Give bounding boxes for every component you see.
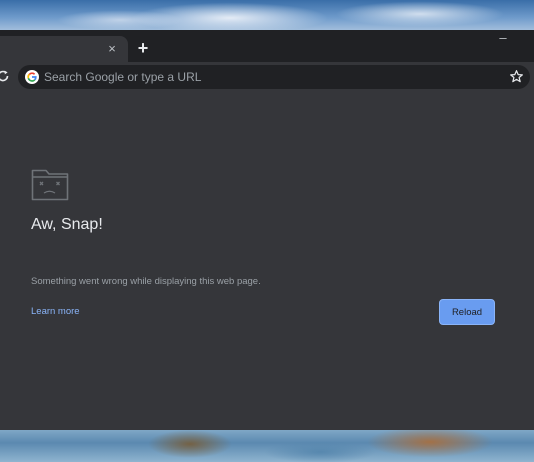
- address-input[interactable]: [44, 67, 484, 87]
- learn-more-link[interactable]: Learn more: [31, 306, 80, 317]
- reload-button[interactable]: Reload: [439, 299, 495, 325]
- browser-toolbar: [0, 62, 534, 92]
- wallpaper-sky: [0, 0, 534, 32]
- address-bar[interactable]: [18, 65, 530, 89]
- sad-folder-icon: [31, 169, 69, 201]
- wallpaper-water: [0, 430, 534, 462]
- page-content: Aw, Snap! Something went wrong while dis…: [0, 92, 534, 430]
- error-headline: Aw, Snap!: [31, 216, 103, 233]
- new-tab-button[interactable]: +: [134, 39, 152, 57]
- browser-window: × + – Search Google or type a URL Aw, Sn…: [0, 30, 534, 430]
- error-message: Something went wrong while displaying th…: [31, 276, 261, 287]
- tab-close-icon[interactable]: ×: [104, 41, 120, 57]
- reload-icon[interactable]: [0, 69, 10, 83]
- google-icon: [25, 70, 39, 84]
- desktop-wallpaper: × + – Search Google or type a URL Aw, Sn…: [0, 0, 534, 462]
- tab-strip: × + –: [0, 30, 534, 62]
- active-tab[interactable]: ×: [0, 36, 128, 62]
- bookmark-star-icon[interactable]: [509, 69, 524, 84]
- minimize-button[interactable]: –: [493, 31, 513, 48]
